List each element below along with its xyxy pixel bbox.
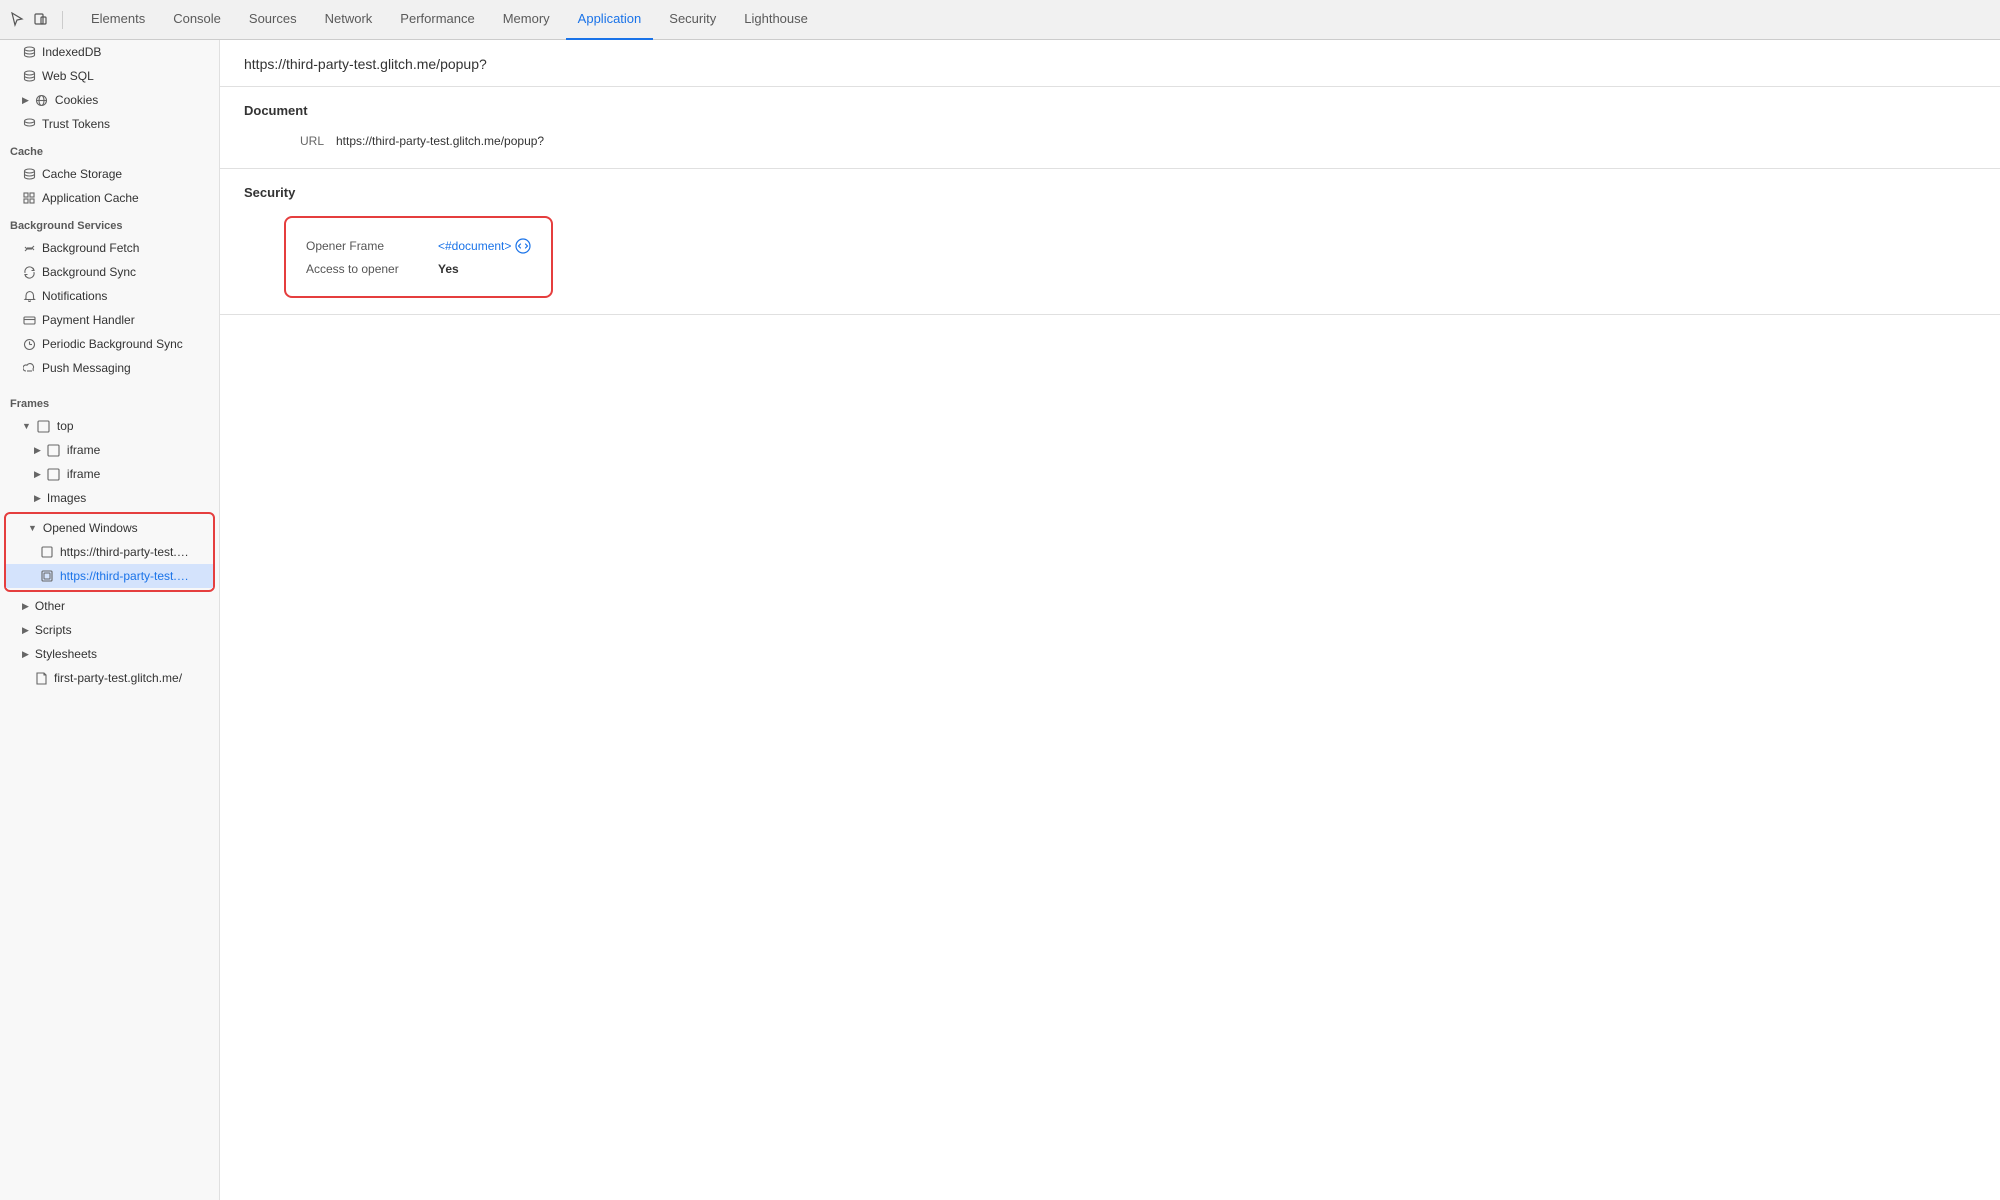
grid-icon xyxy=(22,191,36,205)
toolbar-icons xyxy=(8,11,63,29)
db-icon-trust xyxy=(22,117,36,131)
sidebar-item-opened-windows[interactable]: ▼ Opened Windows xyxy=(6,516,213,540)
chevron-right-icon-iframe2: ▶ xyxy=(34,469,41,480)
db-icon-cache xyxy=(22,167,36,181)
frames-section-label: Frames xyxy=(0,388,219,414)
frame-icon-iframe2 xyxy=(47,467,61,481)
opener-frame-row: Opener Frame <#document> xyxy=(306,234,531,258)
arrows-icon xyxy=(22,241,36,255)
chevron-right-icon: ▶ xyxy=(22,95,29,106)
chevron-right-icon-scripts: ▶ xyxy=(22,625,29,636)
sidebar-item-top[interactable]: ▼ top xyxy=(0,414,219,438)
sidebar-item-scripts[interactable]: ▶ Scripts xyxy=(0,618,219,642)
access-opener-row: Access to opener Yes xyxy=(306,258,531,280)
tab-security[interactable]: Security xyxy=(657,0,728,40)
sidebar-item-periodicbgsync[interactable]: Periodic Background Sync xyxy=(0,332,219,356)
sidebar-item-notifications[interactable]: Notifications xyxy=(0,284,219,308)
cache-section-label: Cache xyxy=(0,136,219,162)
security-info-box: Opener Frame <#document> xyxy=(284,216,553,298)
device-icon[interactable] xyxy=(32,11,50,29)
sidebar-item-appcache[interactable]: Application Cache xyxy=(0,186,219,210)
access-value: Yes xyxy=(438,262,459,276)
cursor-icon[interactable] xyxy=(8,11,26,29)
db-icon-websql xyxy=(22,69,36,83)
window-icon-2 xyxy=(40,569,54,583)
globe-icon xyxy=(35,93,49,107)
sidebar-item-iframe2[interactable]: ▶ iframe xyxy=(0,462,219,486)
security-section: Security Opener Frame <#document> xyxy=(220,169,2000,315)
security-section-title: Security xyxy=(244,185,1976,200)
chevron-down-icon-ow: ▼ xyxy=(28,523,37,533)
opened-windows-group: ▼ Opened Windows https://third-party-tes… xyxy=(4,512,215,592)
content-url-header: https://third-party-test.glitch.me/popup… xyxy=(220,40,2000,87)
sidebar-item-indexeddb[interactable]: IndexedDB xyxy=(0,40,219,64)
card-icon xyxy=(22,313,36,327)
sidebar-item-other[interactable]: ▶ Other xyxy=(0,594,219,618)
frame-icon xyxy=(37,419,51,433)
sync-icon xyxy=(22,265,36,279)
document-section-title: Document xyxy=(244,103,1976,118)
content-panel: https://third-party-test.glitch.me/popup… xyxy=(220,40,2000,1200)
tab-memory[interactable]: Memory xyxy=(491,0,562,40)
chevron-right-icon-images: ▶ xyxy=(34,493,41,504)
chevron-down-icon: ▼ xyxy=(22,421,31,431)
sidebar-item-opened-window-2[interactable]: https://third-party-test.glitch.me/popup… xyxy=(6,564,213,588)
sidebar-item-payment[interactable]: Payment Handler xyxy=(0,308,219,332)
sidebar-item-trusttokens[interactable]: Trust Tokens xyxy=(0,112,219,136)
bell-icon xyxy=(22,289,36,303)
sidebar-item-stylesheets[interactable]: ▶ Stylesheets xyxy=(0,642,219,666)
sidebar-item-websql[interactable]: Web SQL xyxy=(0,64,219,88)
sidebar-item-iframe1[interactable]: ▶ iframe xyxy=(0,438,219,462)
bg-services-section-label: Background Services xyxy=(0,210,219,236)
tab-elements[interactable]: Elements xyxy=(79,0,157,40)
frame-icon-iframe1 xyxy=(47,443,61,457)
url-value: https://third-party-test.glitch.me/popup… xyxy=(336,134,544,148)
sidebar-item-opened-window-1[interactable]: https://third-party-test.glitch.me/popup… xyxy=(6,540,213,564)
tab-performance[interactable]: Performance xyxy=(388,0,486,40)
tab-console[interactable]: Console xyxy=(161,0,233,40)
cloud-icon xyxy=(22,361,36,375)
window-icon-1 xyxy=(40,545,54,559)
chevron-right-icon-other: ▶ xyxy=(22,601,29,612)
sidebar-item-firstparty[interactable]: first-party-test.glitch.me/ xyxy=(0,666,219,690)
tab-sources[interactable]: Sources xyxy=(237,0,309,40)
opener-frame-label: Opener Frame xyxy=(306,239,426,253)
sidebar-item-bgfetch[interactable]: Background Fetch xyxy=(0,236,219,260)
sidebar-item-cookies[interactable]: ▶ Cookies xyxy=(0,88,219,112)
tab-lighthouse[interactable]: Lighthouse xyxy=(732,0,820,40)
db-icon xyxy=(22,45,36,59)
code-icon xyxy=(515,238,531,254)
tab-network[interactable]: Network xyxy=(313,0,385,40)
file-icon xyxy=(34,671,48,685)
clock-icon xyxy=(22,337,36,351)
opener-frame-link[interactable]: <#document> xyxy=(438,238,531,254)
main-layout: IndexedDB Web SQL ▶ Cookies Trust Tokens… xyxy=(0,40,2000,1200)
tab-bar: Elements Console Sources Network Perform… xyxy=(0,0,2000,40)
url-label: URL xyxy=(244,134,324,148)
tab-application[interactable]: Application xyxy=(566,0,654,40)
chevron-right-icon-iframe1: ▶ xyxy=(34,445,41,456)
chevron-right-icon-css: ▶ xyxy=(22,649,29,660)
url-field-row: URL https://third-party-test.glitch.me/p… xyxy=(244,130,1976,152)
sidebar-item-bgsync[interactable]: Background Sync xyxy=(0,260,219,284)
document-section: Document URL https://third-party-test.gl… xyxy=(220,87,2000,169)
sidebar: IndexedDB Web SQL ▶ Cookies Trust Tokens… xyxy=(0,40,220,1200)
sidebar-item-pushmsging[interactable]: Push Messaging xyxy=(0,356,219,380)
sidebar-item-cachestorage[interactable]: Cache Storage xyxy=(0,162,219,186)
sidebar-item-images[interactable]: ▶ Images xyxy=(0,486,219,510)
access-label: Access to opener xyxy=(306,262,426,276)
